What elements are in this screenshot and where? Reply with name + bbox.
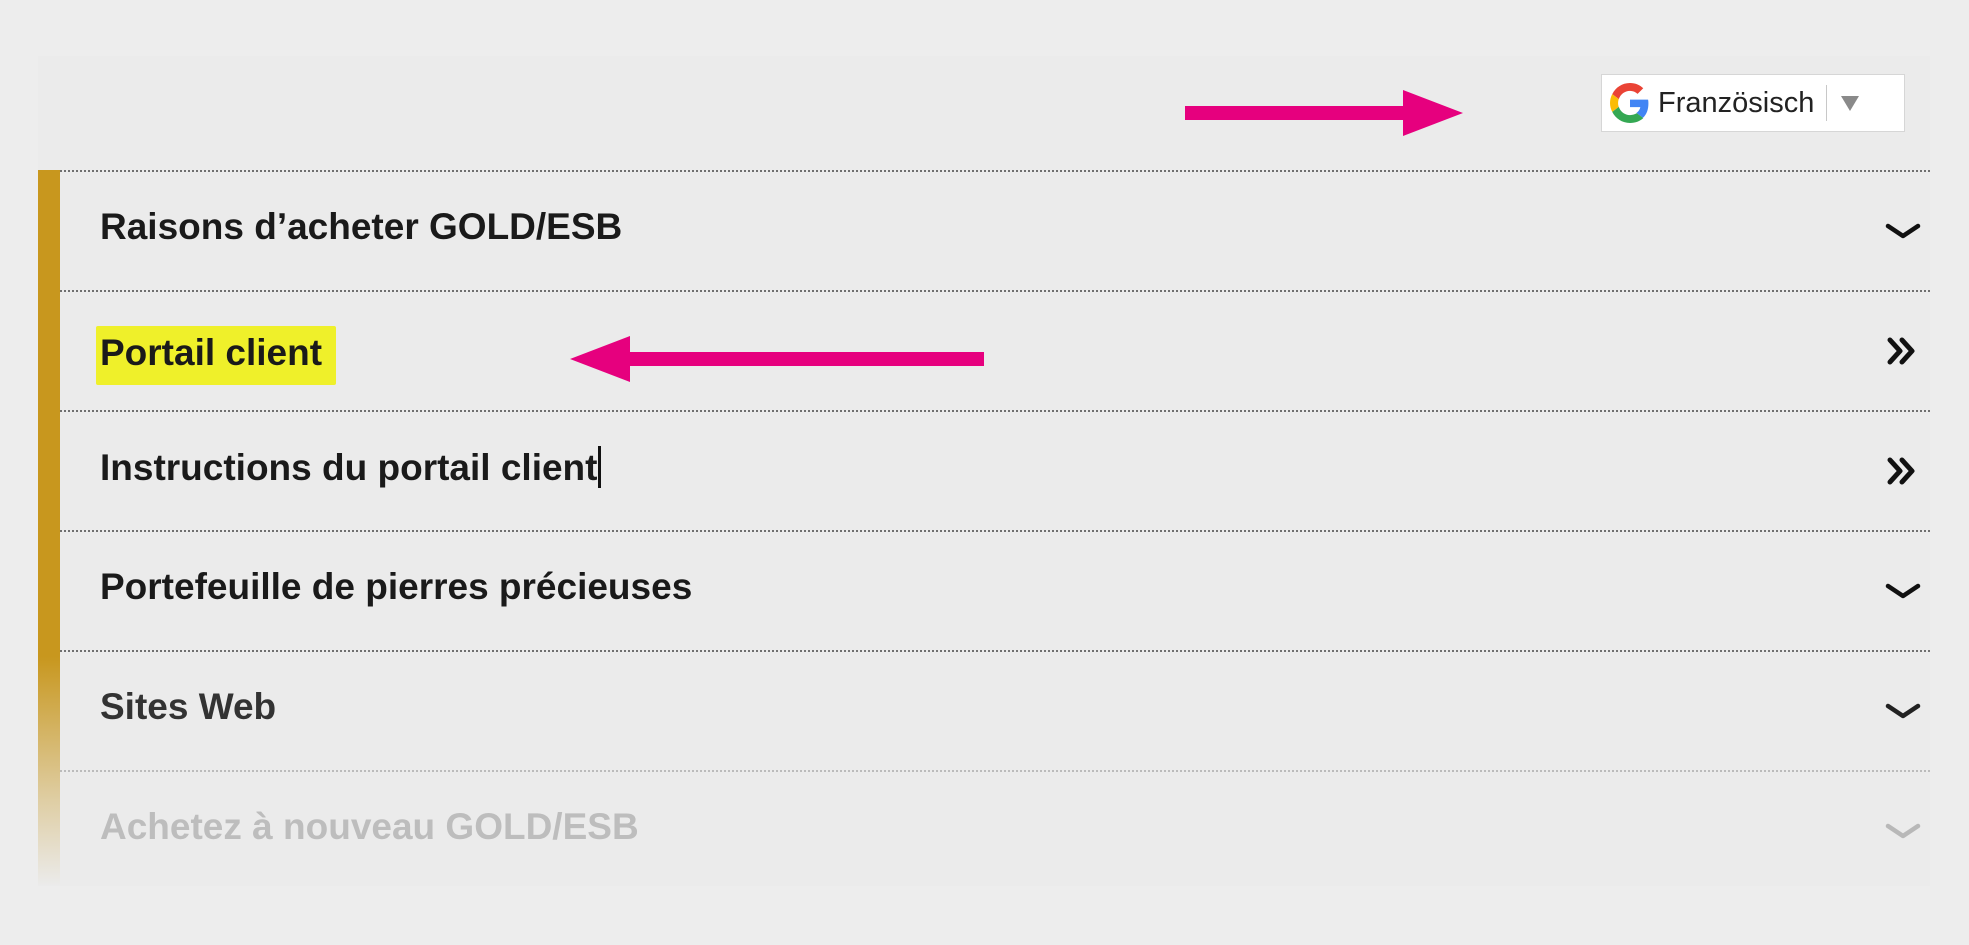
menu-item-achetez[interactable]: Achetez à nouveau GOLD/ESB bbox=[60, 770, 1930, 890]
menu-item-instructions[interactable]: Instructions du portail client bbox=[60, 410, 1930, 530]
menu-item-label: Instructions du portail client bbox=[100, 446, 602, 489]
menu-item-raisons[interactable]: Raisons d’acheter GOLD/ESB bbox=[60, 170, 1930, 290]
annotation-arrow-right bbox=[1185, 90, 1463, 136]
chevron-down-icon bbox=[1885, 223, 1921, 239]
accent-bar bbox=[38, 170, 60, 886]
chevron-down-icon bbox=[1885, 703, 1921, 719]
text-cursor bbox=[598, 446, 602, 488]
chevron-down-icon bbox=[1885, 823, 1921, 839]
menu-item-label: Portail client bbox=[96, 326, 337, 382]
language-label: Französisch bbox=[1658, 86, 1815, 119]
menu-item-label: Portefeuille de pierres précieuses bbox=[100, 566, 693, 607]
menu-item-portail-client[interactable]: Portail client bbox=[60, 290, 1930, 410]
double-chevron-right-icon bbox=[1887, 337, 1915, 365]
divider bbox=[1826, 85, 1828, 121]
triangle-down-icon[interactable] bbox=[1839, 93, 1861, 113]
menu-item-text: Instructions du portail client bbox=[100, 447, 598, 488]
menu-item-label: Achetez à nouveau GOLD/ESB bbox=[100, 806, 639, 847]
menu-item-label: Raisons d’acheter GOLD/ESB bbox=[100, 206, 623, 247]
accordion-menu: Raisons d’acheter GOLD/ESB Portail clien… bbox=[60, 170, 1930, 890]
google-g-icon bbox=[1610, 83, 1649, 123]
menu-item-label: Sites Web bbox=[100, 686, 277, 727]
double-chevron-right-icon bbox=[1887, 457, 1915, 485]
language-selector[interactable]: Französisch bbox=[1601, 74, 1905, 132]
chevron-down-icon bbox=[1885, 583, 1921, 599]
annotation-arrow-left bbox=[570, 336, 984, 382]
menu-item-sites-web[interactable]: Sites Web bbox=[60, 650, 1930, 770]
menu-panel: Französisch Raisons d’acheter GOLD/ESB P… bbox=[38, 56, 1930, 886]
top-bar: Französisch bbox=[38, 56, 1930, 170]
menu-item-portefeuille[interactable]: Portefeuille de pierres précieuses bbox=[60, 530, 1930, 650]
